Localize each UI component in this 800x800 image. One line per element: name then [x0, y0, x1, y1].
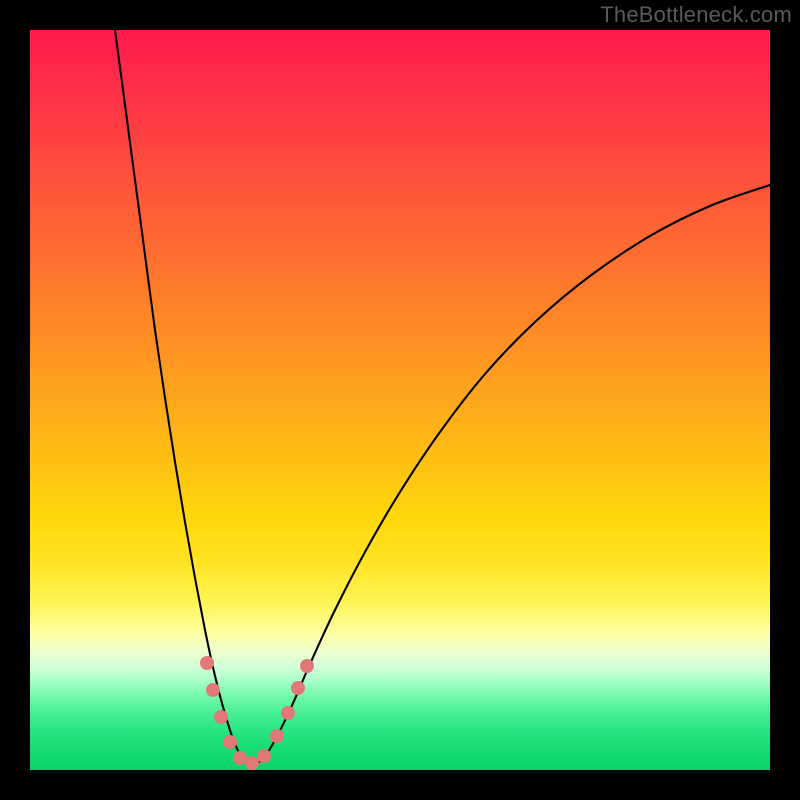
marker-dot — [281, 706, 295, 720]
marker-dot — [291, 681, 305, 695]
marker-dot — [257, 749, 271, 763]
optimum-markers — [200, 656, 314, 770]
marker-dot — [206, 683, 220, 697]
plot-area — [30, 30, 770, 770]
marker-dot — [200, 656, 214, 670]
marker-dot — [270, 729, 284, 743]
marker-dot — [245, 756, 259, 770]
marker-dot — [233, 751, 247, 765]
marker-dot — [300, 659, 314, 673]
marker-dot — [223, 735, 237, 749]
marker-dot — [214, 710, 228, 724]
chart-frame: TheBottleneck.com — [0, 0, 800, 800]
curve-svg — [30, 30, 770, 770]
bottleneck-curve — [115, 30, 770, 765]
watermark-text: TheBottleneck.com — [600, 2, 792, 28]
